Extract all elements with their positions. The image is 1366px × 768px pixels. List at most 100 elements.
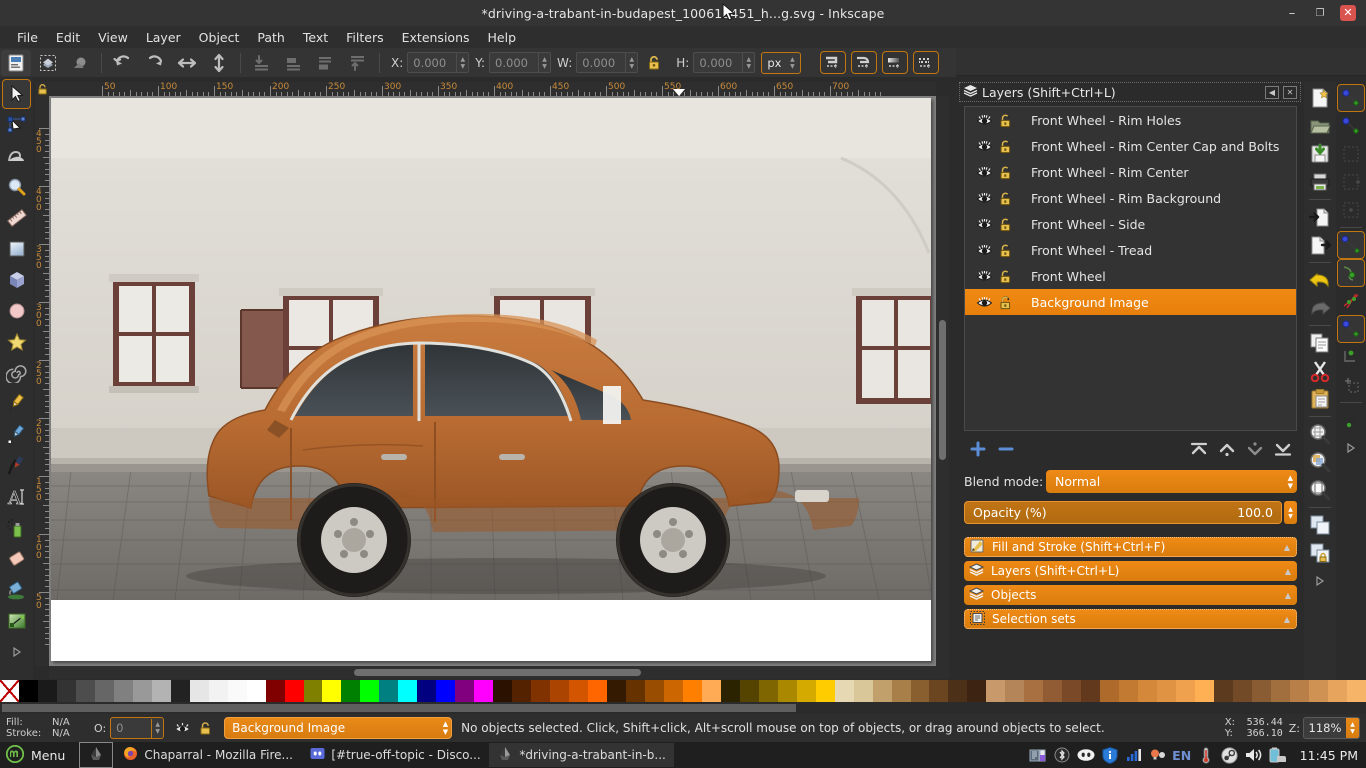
- menu-path[interactable]: Path: [248, 28, 293, 47]
- palette-swatch[interactable]: [1289, 680, 1309, 702]
- panel-collapse-icon[interactable]: ▲: [1285, 567, 1291, 576]
- unlock-icon[interactable]: [995, 217, 1017, 232]
- ruler-corner-lock[interactable]: [35, 82, 49, 96]
- export-button[interactable]: [1306, 231, 1334, 259]
- palette-swatch[interactable]: [607, 680, 626, 702]
- panel-collapse-icon[interactable]: ▲: [1285, 591, 1291, 600]
- palette-swatch[interactable]: [739, 680, 759, 702]
- layer-row[interactable]: Front Wheel - Rim Holes: [965, 107, 1296, 133]
- h-spinner[interactable]: ▲ ▼: [742, 53, 754, 72]
- palette-swatch[interactable]: [284, 680, 304, 702]
- rectangle-tool[interactable]: [2, 234, 31, 264]
- new-document-button[interactable]: [1306, 84, 1334, 112]
- snap-midpoints-button[interactable]: [1337, 371, 1365, 399]
- palette-swatch[interactable]: [1138, 680, 1158, 702]
- palette-swatch[interactable]: [588, 680, 607, 702]
- taskbar-item-firefox[interactable]: Chaparral - Mozilla Fire...: [115, 743, 300, 767]
- palette-swatch[interactable]: [891, 680, 911, 702]
- palette-swatch[interactable]: [1100, 680, 1120, 702]
- palette-swatch[interactable]: [701, 680, 721, 702]
- palette-swatch[interactable]: [132, 680, 152, 702]
- palette-swatch[interactable]: [341, 680, 361, 702]
- snap-paths-button[interactable]: [1337, 259, 1365, 287]
- palette-swatch[interactable]: [1062, 680, 1082, 702]
- y-input[interactable]: [490, 53, 539, 72]
- duplicate-button[interactable]: [1306, 511, 1334, 539]
- eye-icon[interactable]: [973, 296, 995, 309]
- snap-cusp-nodes-button[interactable]: [1337, 315, 1365, 343]
- palette-swatch[interactable]: [834, 680, 854, 702]
- raise-layer-to-top-button[interactable]: [1185, 437, 1213, 461]
- layer-row[interactable]: Background Image: [965, 289, 1296, 315]
- unlock-icon[interactable]: [995, 269, 1017, 284]
- palette-swatch[interactable]: [1214, 680, 1233, 702]
- opacity-slider[interactable]: Opacity (%) 100.0: [964, 501, 1282, 524]
- palette-swatch[interactable]: [56, 680, 76, 702]
- units-select[interactable]: px ▲ ▼: [761, 51, 802, 74]
- blend-mode-select[interactable]: Normal ▲ ▼: [1046, 470, 1297, 493]
- palette-swatch[interactable]: [1232, 680, 1252, 702]
- palette-swatch[interactable]: [113, 680, 133, 702]
- zoom-selection-button[interactable]: [1306, 420, 1334, 448]
- canvas-scroll-corner[interactable]: [936, 666, 949, 679]
- panel-selection-sets[interactable]: Selection sets ▲: [964, 609, 1297, 629]
- layer-row[interactable]: Front Wheel - Side: [965, 211, 1296, 237]
- affect-rounded-corners-toggle[interactable]: [851, 51, 878, 74]
- palette-swatch[interactable]: [948, 680, 968, 702]
- unlock-icon[interactable]: [995, 243, 1017, 258]
- palette-swatch[interactable]: [1308, 680, 1328, 702]
- snap-bbox-edges-button[interactable]: [1337, 140, 1365, 168]
- palette-swatch[interactable]: [777, 680, 797, 702]
- w-spinner[interactable]: ▲ ▼: [625, 53, 637, 72]
- select-all-objects-button[interactable]: [33, 50, 63, 76]
- steam-icon[interactable]: [1218, 743, 1242, 767]
- discord-tray-icon[interactable]: [1074, 743, 1098, 767]
- palette-swatch[interactable]: [1157, 680, 1177, 702]
- layers-dock-collapse-button[interactable]: ◀: [1265, 85, 1279, 99]
- palette-swatch[interactable]: [625, 680, 645, 702]
- eye-icon[interactable]: [973, 244, 995, 257]
- measure-tool[interactable]: [2, 203, 31, 233]
- palette-swatch[interactable]: [18, 680, 38, 702]
- lower-one-step-button[interactable]: [279, 50, 309, 76]
- palette-swatch[interactable]: [417, 680, 437, 702]
- undo-button[interactable]: [1306, 266, 1334, 294]
- unlock-icon[interactable]: [995, 191, 1017, 206]
- text-tool[interactable]: A: [2, 482, 31, 512]
- palette-swatch[interactable]: [455, 680, 475, 702]
- palette-swatch[interactable]: [910, 680, 930, 702]
- x-spinner[interactable]: ▲ ▼: [456, 53, 468, 72]
- taskbar-item-discord[interactable]: [#true-off-topic - Disco...: [302, 743, 487, 767]
- current-layer-spinner[interactable]: ▲ ▼: [443, 720, 448, 736]
- horizontal-ruler[interactable]: 50 100 150 200 250 300 350 400 450 500 550 600 650 70…: [49, 82, 936, 96]
- snap-smooth-nodes-button[interactable]: [1337, 343, 1365, 371]
- zoom-page-button[interactable]: [1306, 476, 1334, 504]
- rotate-ccw-button[interactable]: [108, 50, 138, 76]
- palette-swatch[interactable]: [796, 680, 816, 702]
- document-page[interactable]: [51, 98, 931, 661]
- maximize-button[interactable]: ❐: [1306, 0, 1334, 26]
- eye-icon[interactable]: [973, 218, 995, 231]
- unlock-icon[interactable]: [995, 295, 1017, 310]
- group-button[interactable]: [1306, 539, 1334, 567]
- battery-icon[interactable]: [1266, 743, 1290, 767]
- palette-swatch[interactable]: [1251, 680, 1271, 702]
- units-spinner[interactable]: ▲ ▼: [786, 53, 798, 72]
- menu-text[interactable]: Text: [294, 28, 337, 47]
- h-input[interactable]: [694, 53, 743, 72]
- ellipse-tool[interactable]: [2, 296, 31, 326]
- eye-icon[interactable]: [973, 192, 995, 205]
- flip-vertical-button[interactable]: [204, 50, 234, 76]
- layers-dock-close-button[interactable]: ✕: [1283, 85, 1297, 99]
- node-tool[interactable]: [2, 110, 31, 140]
- panel-fill-and-stroke[interactable]: Fill and Stroke (Shift+Ctrl+F) ▲: [964, 537, 1297, 557]
- palette-swatch[interactable]: [246, 680, 266, 702]
- eraser-tool[interactable]: [2, 544, 31, 574]
- raise-layer-button[interactable]: [1213, 437, 1241, 461]
- palette-swatch[interactable]: [436, 680, 456, 702]
- palette-swatch[interactable]: [94, 680, 114, 702]
- layer-row[interactable]: Front Wheel - Tread: [965, 237, 1296, 263]
- panel-layers[interactable]: Layers (Shift+Ctrl+L) ▲: [964, 561, 1297, 581]
- palette-swatch[interactable]: [208, 680, 228, 702]
- eye-icon[interactable]: [973, 114, 995, 127]
